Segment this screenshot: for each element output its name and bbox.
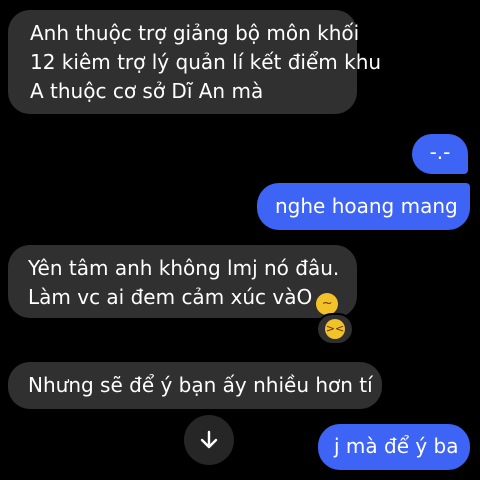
message-text: Làm vc ai đem cảm xúc vàO	[28, 285, 313, 309]
message-bubble-sent[interactable]: j mà để ý ba	[318, 424, 470, 470]
message-text: Nhưng sẽ để ý bạn ấy nhiều hơn tí	[28, 373, 373, 397]
message-bubble-received[interactable]: Nhưng sẽ để ý bạn ấy nhiều hơn tí	[8, 362, 382, 409]
grinning-squinting-face-icon: ><	[325, 319, 345, 339]
reaction-badge[interactable]: ><	[316, 313, 354, 345]
message-text: Anh thuộc trợ giảng bộ môn khối	[30, 21, 360, 45]
message-bubble-sent[interactable]: nghe hoang mang	[257, 183, 470, 230]
message-text: j mà để ý ba	[334, 434, 459, 458]
message-text: Yên tâm anh không lmj nó đâu.	[28, 256, 340, 280]
message-line: Làm vc ai đem cảm xúc vàO ~	[28, 283, 357, 315]
sneeze-face-icon: ~	[316, 293, 339, 315]
message-bubble-sent[interactable]: -.-	[412, 134, 468, 174]
message-bubble-received[interactable]: Anh thuộc trợ giảng bộ môn khối 12 kiêm …	[8, 10, 382, 114]
message-text: 12 kiêm trợ lý quản lí kết điểm khu	[30, 50, 382, 74]
arrow-down-icon	[200, 430, 218, 449]
scroll-to-bottom-button[interactable]	[184, 415, 234, 465]
message-text: nghe hoang mang	[275, 194, 458, 218]
message-bubble-received[interactable]: Yên tâm anh không lmj nó đâu. Làm vc ai …	[8, 245, 357, 318]
message-text: -.-	[429, 140, 451, 164]
message-text: A thuộc cơ sở Dĩ An mà	[30, 79, 264, 103]
